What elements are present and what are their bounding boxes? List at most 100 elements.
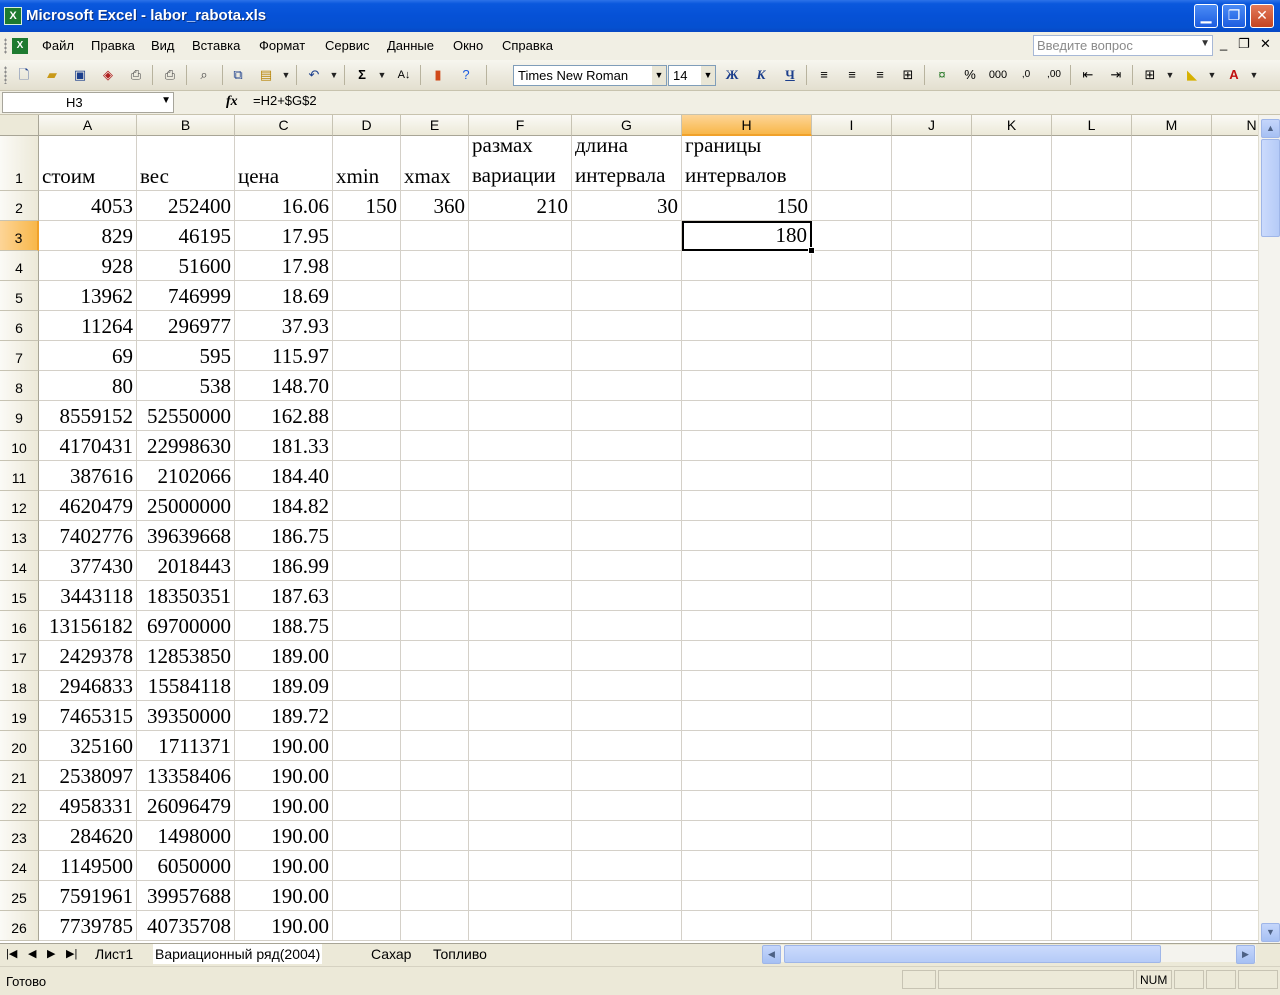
cell-k10[interactable] (972, 431, 1052, 461)
cell-l9[interactable] (1052, 401, 1132, 431)
row-header-3[interactable]: 3 (0, 221, 39, 251)
cell-b17[interactable]: 12853850 (137, 641, 235, 671)
row-header-20[interactable]: 20 (0, 731, 39, 761)
cell-j1[interactable] (892, 136, 972, 191)
cell-b6[interactable]: 296977 (137, 311, 235, 341)
horizontal-scroll-thumb[interactable] (784, 945, 1161, 963)
cell-d16[interactable] (333, 611, 401, 641)
cell-l17[interactable] (1052, 641, 1132, 671)
row-header-2[interactable]: 2 (0, 191, 39, 221)
cell-g11[interactable] (572, 461, 682, 491)
cell-a17[interactable]: 2429378 (39, 641, 137, 671)
cell-l7[interactable] (1052, 341, 1132, 371)
undo-dropdown-icon[interactable]: ▼ (329, 66, 339, 84)
cell-c4[interactable]: 17.98 (235, 251, 333, 281)
column-header-c[interactable]: C (235, 115, 333, 136)
cell-i16[interactable] (812, 611, 892, 641)
row-header-19[interactable]: 19 (0, 701, 39, 731)
vertical-scrollbar[interactable]: ▲ ▼ (1258, 115, 1280, 943)
cell-h20[interactable] (682, 731, 812, 761)
undo-icon[interactable]: ↶ (304, 66, 324, 84)
workbook-close-icon[interactable]: ✕ (1260, 36, 1271, 52)
cell-c1[interactable]: цена (235, 136, 333, 191)
cell-g7[interactable] (572, 341, 682, 371)
scroll-right-icon[interactable]: ▶ (1236, 945, 1255, 964)
cell-h8[interactable] (682, 371, 812, 401)
cell-i2[interactable] (812, 191, 892, 221)
row-header-13[interactable]: 13 (0, 521, 39, 551)
row-header-6[interactable]: 6 (0, 311, 39, 341)
cell-n17[interactable] (1212, 641, 1258, 671)
row-header-21[interactable]: 21 (0, 761, 39, 791)
increase-decimal-icon[interactable]: ,0 (1016, 66, 1036, 84)
cell-a12[interactable]: 4620479 (39, 491, 137, 521)
align-right-icon[interactable]: ≡ (870, 66, 890, 84)
cell-j3[interactable] (892, 221, 972, 251)
cell-g6[interactable] (572, 311, 682, 341)
cell-g15[interactable] (572, 581, 682, 611)
cell-d3[interactable] (333, 221, 401, 251)
cell-n22[interactable] (1212, 791, 1258, 821)
cell-d26[interactable] (333, 911, 401, 941)
cell-f9[interactable] (469, 401, 572, 431)
chevron-down-icon[interactable]: ▼ (161, 95, 171, 106)
cell-g25[interactable] (572, 881, 682, 911)
copy-icon[interactable]: ⧉ (228, 66, 248, 84)
cell-m11[interactable] (1132, 461, 1212, 491)
chevron-down-icon[interactable]: ▼ (652, 66, 666, 85)
font-size-select[interactable]: 14 ▼ (668, 65, 716, 86)
cell-c6[interactable]: 37.93 (235, 311, 333, 341)
cell-m10[interactable] (1132, 431, 1212, 461)
row-header-22[interactable]: 22 (0, 791, 39, 821)
prev-sheet-icon[interactable]: ◀ (28, 947, 36, 960)
cell-k9[interactable] (972, 401, 1052, 431)
cell-c11[interactable]: 184.40 (235, 461, 333, 491)
cell-m21[interactable] (1132, 761, 1212, 791)
row-header-7[interactable]: 7 (0, 341, 39, 371)
cell-l19[interactable] (1052, 701, 1132, 731)
cell-k8[interactable] (972, 371, 1052, 401)
cell-e16[interactable] (401, 611, 469, 641)
cell-l18[interactable] (1052, 671, 1132, 701)
cell-b26[interactable]: 40735708 (137, 911, 235, 941)
menu-help[interactable]: Справка (502, 38, 553, 53)
select-all-corner[interactable] (0, 115, 39, 136)
cell-f12[interactable] (469, 491, 572, 521)
cell-d20[interactable] (333, 731, 401, 761)
cell-a3[interactable]: 829 (39, 221, 137, 251)
cell-g3[interactable] (572, 221, 682, 251)
workbook-restore-icon[interactable]: ❐ (1238, 36, 1250, 52)
cell-c15[interactable]: 187.63 (235, 581, 333, 611)
cell-l8[interactable] (1052, 371, 1132, 401)
cell-c17[interactable]: 189.00 (235, 641, 333, 671)
cell-l5[interactable] (1052, 281, 1132, 311)
cell-l6[interactable] (1052, 311, 1132, 341)
cell-f23[interactable] (469, 821, 572, 851)
cell-b24[interactable]: 6050000 (137, 851, 235, 881)
cell-e3[interactable] (401, 221, 469, 251)
cell-a20[interactable]: 325160 (39, 731, 137, 761)
cell-b14[interactable]: 2018443 (137, 551, 235, 581)
cell-c22[interactable]: 190.00 (235, 791, 333, 821)
cell-a7[interactable]: 69 (39, 341, 137, 371)
cell-d22[interactable] (333, 791, 401, 821)
help-icon[interactable]: ? (456, 66, 476, 84)
cell-b21[interactable]: 13358406 (137, 761, 235, 791)
cell-a5[interactable]: 13962 (39, 281, 137, 311)
cell-d13[interactable] (333, 521, 401, 551)
cell-b16[interactable]: 69700000 (137, 611, 235, 641)
cell-g2[interactable]: 30 (572, 191, 682, 221)
menu-file[interactable]: Файл (42, 38, 74, 53)
cell-a11[interactable]: 387616 (39, 461, 137, 491)
borders-dropdown-icon[interactable]: ▼ (1165, 66, 1175, 84)
cell-f25[interactable] (469, 881, 572, 911)
cell-m22[interactable] (1132, 791, 1212, 821)
cell-f22[interactable] (469, 791, 572, 821)
cell-i7[interactable] (812, 341, 892, 371)
cell-k2[interactable] (972, 191, 1052, 221)
cell-e9[interactable] (401, 401, 469, 431)
cell-e25[interactable] (401, 881, 469, 911)
cell-k16[interactable] (972, 611, 1052, 641)
cell-m5[interactable] (1132, 281, 1212, 311)
cell-l14[interactable] (1052, 551, 1132, 581)
